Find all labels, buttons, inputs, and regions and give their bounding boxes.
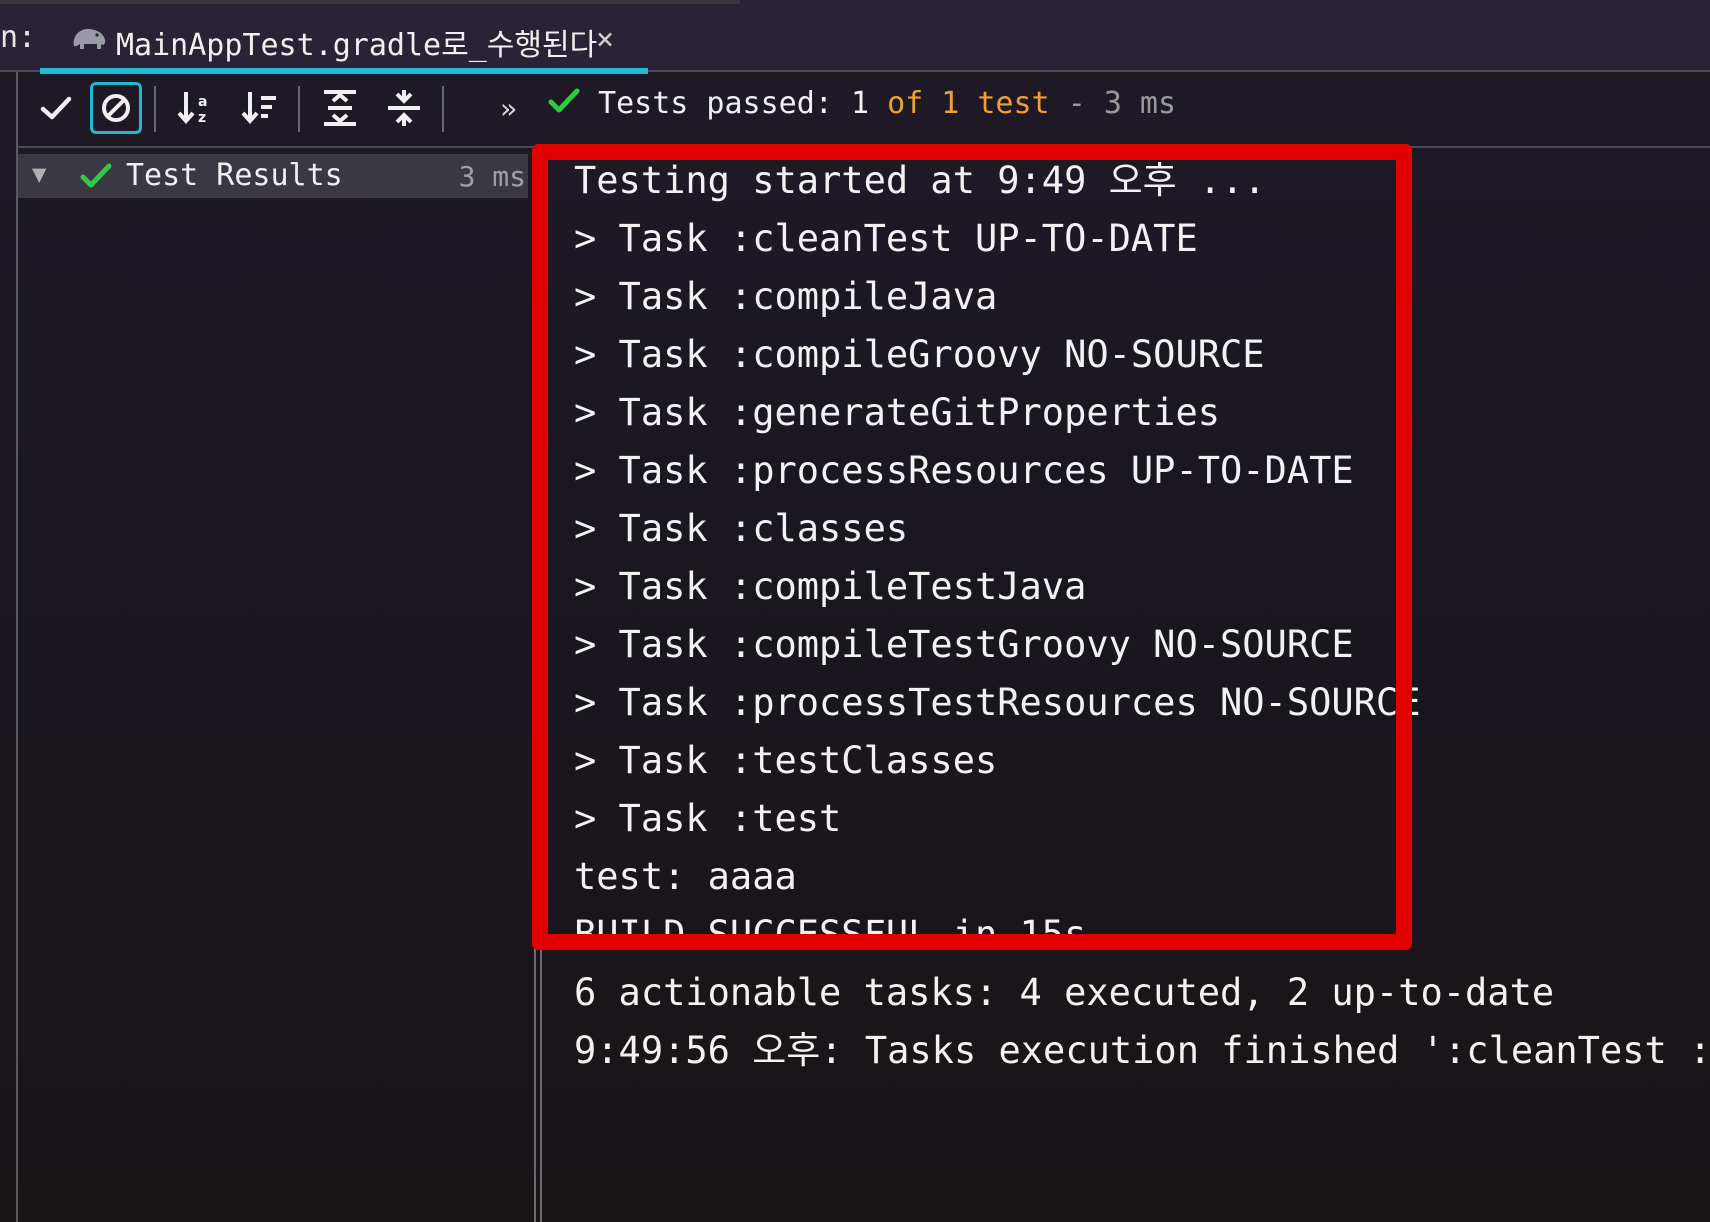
status-passed-count: 1	[850, 86, 869, 121]
more-actions-button[interactable]: »	[500, 92, 517, 125]
status-prefix: Tests passed:	[598, 86, 833, 121]
show-passed-button[interactable]	[30, 82, 82, 134]
console-line: > Task :compileGroovy NO-SOURCE	[574, 333, 1265, 376]
console-line: > Task :compileTestJava	[574, 565, 1087, 608]
sort-duration-icon	[241, 92, 276, 125]
console-output: Testing started at 9:49 오후 ... > Task :c…	[574, 152, 1710, 1080]
console-line: > Task :cleanTest UP-TO-DATE	[574, 217, 1198, 260]
sort-by-duration-button[interactable]	[234, 82, 286, 134]
ignored-icon	[102, 94, 130, 122]
toolbar-separator	[442, 86, 444, 132]
expand-all-icon	[324, 90, 356, 126]
console-line: > Task :testClasses	[574, 739, 998, 782]
console-line: > Task :processTestResources NO-SOURCE	[574, 681, 1421, 724]
tab-main-app-test[interactable]: MainAppTest.gradle로_수행된다 ×	[40, 0, 648, 74]
test-tree: ▼ Test Results 3 ms	[18, 148, 528, 1222]
show-ignored-button[interactable]	[90, 82, 142, 134]
svg-text:a: a	[198, 94, 207, 110]
passed-check-icon	[80, 162, 112, 194]
console-line: BUILD SUCCESSFUL in 15s	[574, 913, 1087, 956]
console-line: test: aaaa	[574, 855, 797, 898]
console-line: > Task :compileJava	[574, 275, 998, 318]
status-total-count: 1	[941, 86, 960, 121]
console-line: Testing started at 9:49 오후 ...	[574, 159, 1266, 202]
console-line: > Task :classes	[574, 507, 909, 550]
tree-item-duration: 3 ms	[458, 160, 526, 193]
expand-all-button[interactable]	[314, 82, 366, 134]
checkmark-icon	[40, 96, 72, 120]
collapse-all-icon	[388, 90, 420, 126]
passed-check-icon	[548, 88, 580, 113]
console-line: > Task :test	[574, 797, 842, 840]
console-line: 6 actionable tasks: 4 executed, 2 up-to-…	[574, 971, 1555, 1014]
status-dash: -	[1067, 86, 1086, 121]
status-unit: test	[977, 86, 1050, 121]
svg-text:z: z	[198, 110, 206, 126]
run-label: n:	[0, 20, 37, 55]
toolbar-separator	[298, 86, 300, 132]
tree-item-label: Test Results	[126, 158, 343, 193]
status-time: 3 ms	[1103, 86, 1177, 121]
sort-alphabetically-button[interactable]: a z	[170, 82, 222, 134]
toolbar-separator	[154, 86, 156, 132]
status-of: of	[887, 86, 924, 121]
panel-splitter[interactable]	[534, 148, 542, 1222]
test-status: Tests passed: 1 of 1 test - 3 ms	[548, 86, 1176, 121]
console-line: 9:49:56 오후: Tasks execution finished ':c…	[574, 1029, 1710, 1072]
test-runner-window: n: MainAppTest.gradle로_수행된다 × a z » Test…	[0, 0, 1710, 1222]
expand-arrow-icon[interactable]: ▼	[32, 160, 46, 188]
collapse-all-button[interactable]	[378, 82, 430, 134]
console-line: > Task :compileTestGroovy NO-SOURCE	[574, 623, 1354, 666]
close-icon[interactable]: ×	[596, 22, 614, 57]
console-line: > Task :processResources UP-TO-DATE	[574, 449, 1354, 492]
test-toolbar: a z » Tests passed: 1 of 1 test - 3 ms	[0, 72, 1710, 146]
sort-alpha-icon: a z	[177, 92, 207, 126]
tab-bar: n: MainAppTest.gradle로_수행된다 ×	[0, 0, 1710, 74]
console-line: > Task :generateGitProperties	[574, 391, 1221, 434]
tab-title: MainAppTest.gradle로_수행된다	[116, 28, 598, 63]
gradle-elephant-icon	[70, 24, 108, 52]
tree-item-test-results[interactable]: ▼ Test Results 3 ms	[18, 154, 528, 198]
